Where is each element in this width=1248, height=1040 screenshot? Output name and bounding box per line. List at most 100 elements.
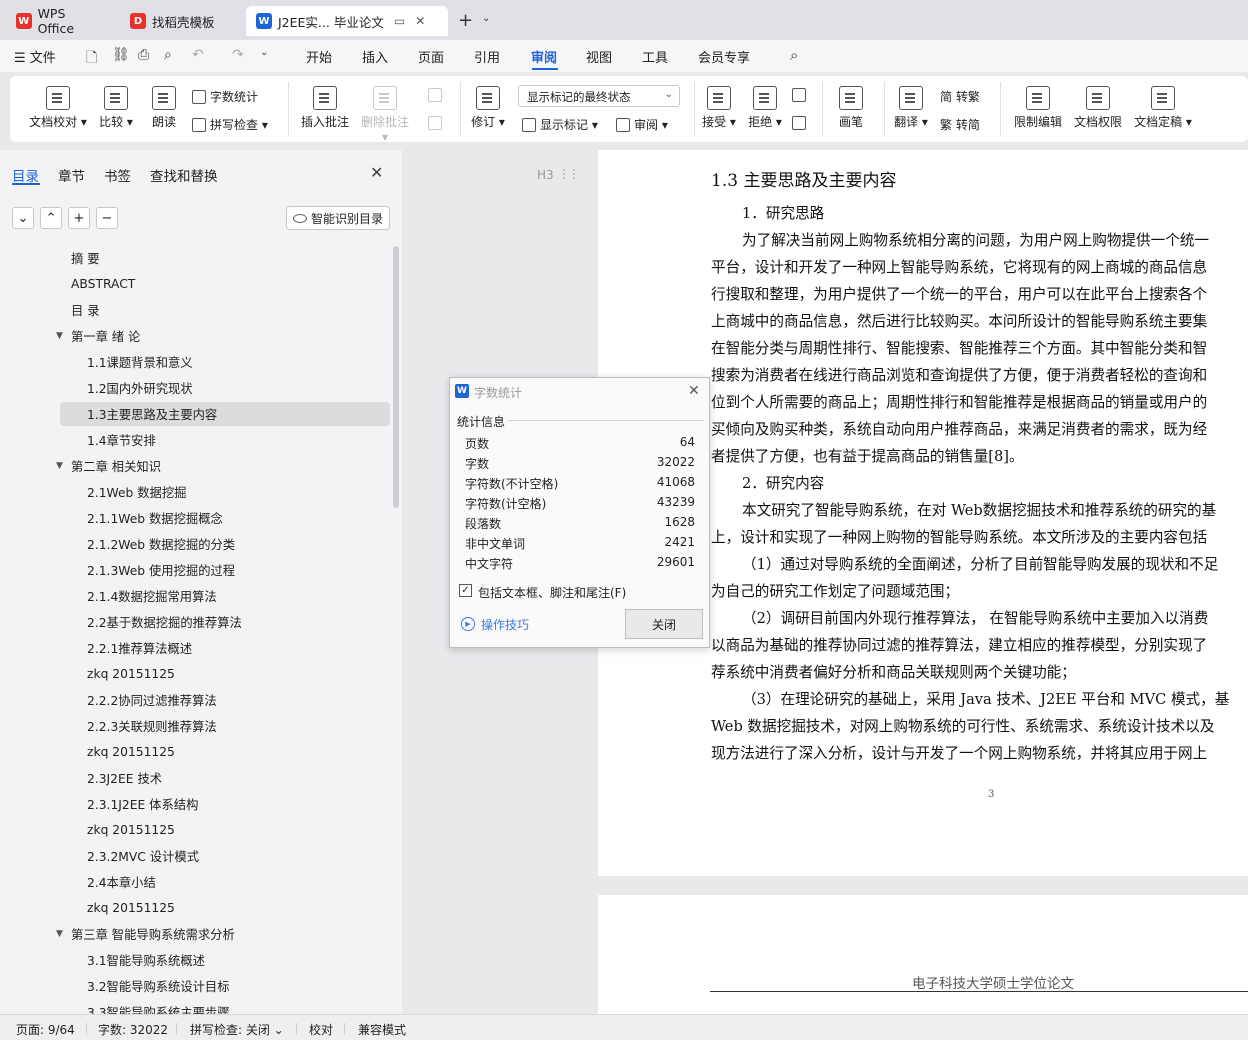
toc-item[interactable]: 2.4本章小结 (0, 870, 390, 894)
search-icon[interactable]: ⌕ (790, 46, 798, 64)
show-markup-button[interactable]: 显示标记 ▾ (522, 116, 598, 133)
toc-item[interactable]: 第三章 智能导购系统需求分析 (0, 922, 390, 946)
spell-check-button[interactable]: 拼写检查 ▾ (192, 116, 268, 133)
toc-item[interactable]: zkq 20151125 (0, 818, 390, 842)
close-tab-icon[interactable]: ✕ (415, 14, 425, 28)
review-pane-button[interactable]: 审阅 ▾ (616, 116, 668, 133)
restore-icon[interactable]: ▭ (394, 14, 405, 28)
redo-icon[interactable]: ↷ (232, 47, 244, 63)
toc-item[interactable]: 2.3J2EE 技术 (0, 766, 390, 790)
menu-view[interactable]: 视图 (586, 47, 612, 66)
toc-item[interactable]: zkq 20151125 (0, 896, 390, 920)
nav-tab-chapter[interactable]: 章节 (58, 165, 85, 185)
reject-button[interactable]: 拒绝 ▾ (746, 86, 784, 130)
close-icon[interactable]: ✕ (688, 383, 700, 399)
include-footnotes-checkbox[interactable]: ✓ (459, 584, 472, 597)
remove-heading-button[interactable]: − (96, 207, 118, 229)
markup-state-select[interactable]: 显示标记的最终状态 ⌄ (518, 85, 680, 107)
compare-button[interactable]: 比较 ▾ (96, 86, 136, 130)
toc-item[interactable]: zkq 20151125 (0, 740, 390, 764)
toc-item[interactable]: 1.4章节安排 (0, 428, 390, 452)
doc-permission-button[interactable]: 文档权限 (1072, 86, 1124, 130)
toc-item[interactable]: ABSTRACT (0, 272, 390, 296)
menu-member[interactable]: 会员专享 (698, 47, 750, 66)
toc-item[interactable]: 2.1.2Web 数据挖掘的分类 (0, 532, 390, 556)
add-heading-button[interactable]: + (68, 207, 90, 229)
heading-level-icon[interactable]: H3 (537, 168, 554, 182)
toc-item[interactable]: 3.1智能导购系统概述 (0, 948, 390, 972)
toc-item[interactable]: 目 录 (0, 298, 390, 322)
prev-revision-button[interactable] (792, 88, 810, 102)
to-traditional-button[interactable]: 简 转繁 (940, 88, 980, 105)
page-indicator[interactable]: 页面: 9/64 (16, 1021, 75, 1038)
next-revision-button[interactable] (792, 116, 810, 130)
toc-item[interactable]: 1.3主要思路及主要内容 (60, 402, 390, 426)
toc-item[interactable]: 2.1.1Web 数据挖掘概念 (0, 506, 390, 530)
tips-link[interactable]: 操作技巧 (481, 616, 529, 633)
toc-item[interactable]: 2.2.3关联规则推荐算法 (0, 714, 390, 738)
expand-up-button[interactable]: ⌃ (40, 207, 62, 229)
close-icon[interactable]: ✕ (370, 163, 383, 182)
toc-item[interactable]: 1.2国内外研究现状 (0, 376, 390, 400)
menu-page[interactable]: 页面 (418, 47, 444, 66)
doc-finalize-button[interactable]: 文档定稿 ▾ (1132, 86, 1194, 130)
proof-indicator[interactable]: 校对 (309, 1021, 333, 1038)
toc-item[interactable]: 2.1.4数据挖掘常用算法 (0, 584, 390, 608)
toc-item[interactable]: zkq 20151125 (0, 662, 390, 686)
toc-item[interactable]: 2.1.3Web 使用挖掘的过程 (0, 558, 390, 582)
nav-tab-bookmark[interactable]: 书签 (104, 165, 131, 185)
chevron-down-icon[interactable]: ⌄ (482, 13, 490, 24)
tab-template[interactable]: D 找稻壳模板 (120, 6, 244, 36)
menu-tools[interactable]: 工具 (642, 47, 668, 66)
toc-item[interactable]: 第一章 绪 论 (0, 324, 390, 348)
menu-insert[interactable]: 插入 (362, 47, 388, 66)
toc-item[interactable]: 2.3.1J2EE 体系结构 (0, 792, 390, 816)
word-count-button[interactable]: 字数统计 (192, 88, 258, 105)
link-icon[interactable]: ⛓ (112, 47, 130, 63)
restrict-edit-button[interactable]: 限制编辑 (1012, 86, 1064, 130)
nav-tab-toc[interactable]: 目录 (12, 165, 39, 185)
document-page-next[interactable] (598, 895, 1248, 1014)
pen-button[interactable]: 画笔 (834, 86, 868, 130)
insert-comment-button[interactable]: 插入批注 (300, 86, 350, 130)
to-simplified-button[interactable]: 繁 转简 (940, 116, 980, 133)
menu-reference[interactable]: 引用 (474, 47, 500, 66)
spell-check-indicator[interactable]: 拼写检查: 关闭 ⌄ (190, 1021, 284, 1038)
toc-item[interactable]: 2.2.2协同过滤推荐算法 (0, 688, 390, 712)
prev-comment-button[interactable] (428, 88, 446, 102)
nav-tab-find-replace[interactable]: 查找和替换 (150, 165, 218, 185)
accept-button[interactable]: 接受 ▾ (700, 86, 738, 130)
play-icon[interactable]: ▶ (461, 617, 475, 631)
print-icon[interactable]: ⎙ (138, 47, 149, 63)
collapse-all-button[interactable]: ⌄ (12, 207, 34, 229)
print-preview-icon[interactable]: ⌕ (164, 47, 172, 63)
quick-access-more-icon[interactable]: ⌄ (260, 47, 268, 58)
drag-handle-icon[interactable]: ⋮⋮ (558, 167, 580, 181)
toc-item[interactable]: 摘 要 (0, 246, 390, 270)
new-tab-button[interactable]: + (458, 10, 473, 31)
toc-item[interactable]: 1.1课题背景和意义 (0, 350, 390, 374)
next-comment-button[interactable] (428, 116, 446, 130)
toc-item[interactable]: 第二章 相关知识 (0, 454, 390, 478)
word-count-indicator[interactable]: 字数: 32022 (98, 1021, 168, 1038)
read-aloud-button[interactable]: 朗读 (148, 86, 180, 130)
doc-check-button[interactable]: 文档校对 ▾ (28, 86, 88, 130)
toc-item[interactable]: 2.3.2MVC 设计模式 (0, 844, 390, 868)
smart-toc-button[interactable]: 智能识别目录 (286, 206, 390, 230)
toc-item[interactable]: 3.2智能导购系统设计目标 (0, 974, 390, 998)
toc-item[interactable]: 2.2.1推荐算法概述 (0, 636, 390, 660)
menu-review[interactable]: 审阅 (531, 47, 557, 66)
toc-item[interactable]: 2.1Web 数据挖掘 (0, 480, 390, 504)
tab-document[interactable]: W J2EE实... 毕业论文 ▭ ✕ (246, 6, 448, 36)
close-button[interactable]: 关闭 (625, 609, 703, 639)
include-footnotes-label[interactable]: 包括文本框、脚注和尾注(F) (478, 584, 626, 601)
file-menu[interactable]: ☰ 文件 (14, 47, 56, 66)
revise-button[interactable]: 修订 ▾ (470, 86, 506, 130)
menu-start[interactable]: 开始 (306, 47, 332, 66)
delete-comment-button[interactable]: 删除批注 ▾ (360, 86, 410, 144)
toc-item[interactable]: 2.2基于数据挖掘的推荐算法 (0, 610, 390, 634)
translate-button[interactable]: 翻译 ▾ (892, 86, 930, 130)
save-icon[interactable]: 🗋 (86, 47, 97, 71)
tab-wps-office[interactable]: W WPS Office (6, 6, 114, 36)
undo-icon[interactable]: ↶ (192, 47, 204, 63)
